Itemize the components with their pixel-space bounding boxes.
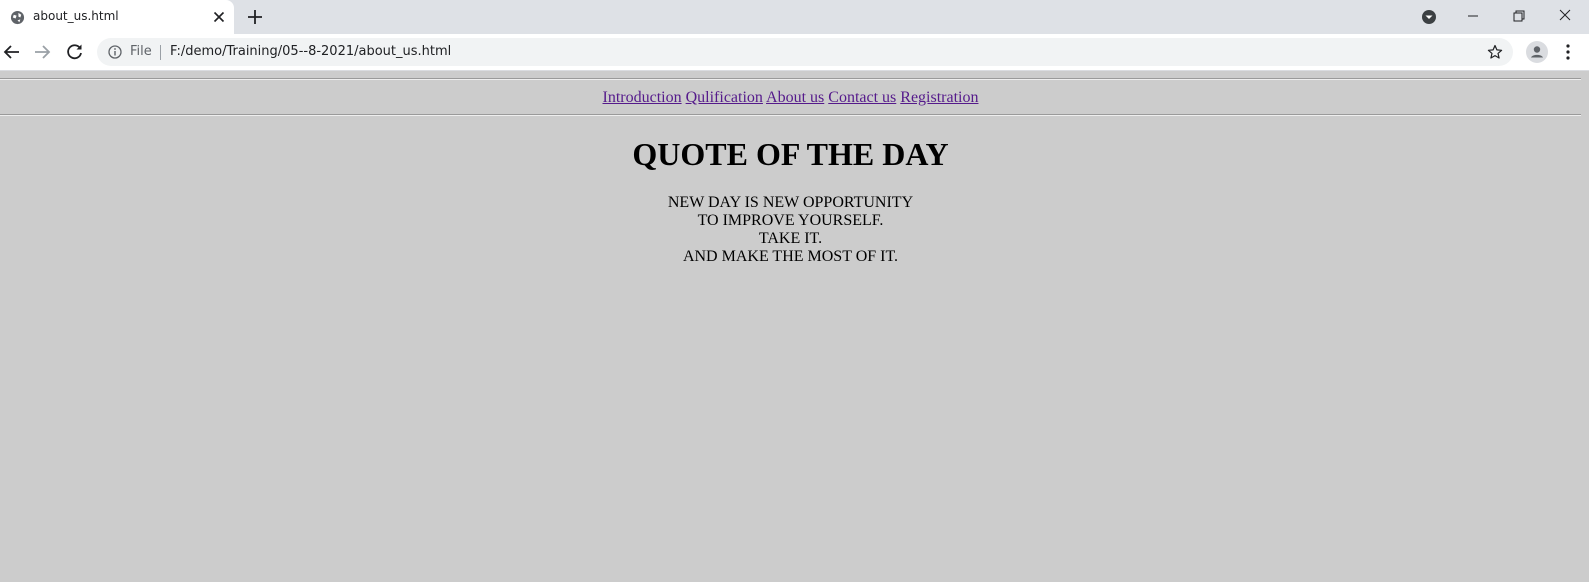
restore-icon[interactable] bbox=[1509, 6, 1529, 26]
url-text[interactable]: F:/demo/Training/05--8-2021/about_us.htm… bbox=[170, 44, 451, 59]
site-security-label: File bbox=[130, 44, 152, 59]
plus-icon[interactable] bbox=[246, 8, 264, 26]
browser-toolbar: File F:/demo/Training/05--8-2021/about_u… bbox=[0, 34, 1589, 71]
quote-line: TAKE IT. bbox=[758, 230, 823, 247]
nav-links: Introduction Qulification About us Conta… bbox=[0, 89, 1581, 107]
page-heading: QUOTE OF THE DAY bbox=[632, 136, 949, 172]
minimize-icon[interactable] bbox=[1463, 6, 1483, 26]
page-content: Introduction Qulification About us Conta… bbox=[0, 72, 1589, 582]
globe-icon bbox=[10, 10, 25, 25]
window-close-icon[interactable] bbox=[1555, 6, 1575, 26]
arrow-right-icon[interactable] bbox=[32, 42, 52, 62]
profile-icon[interactable] bbox=[1526, 41, 1548, 63]
nav-link-introduction[interactable]: Introduction bbox=[603, 89, 682, 106]
browser-tab-active[interactable]: about_us.html bbox=[0, 0, 234, 34]
tab-strip: about_us.html bbox=[0, 0, 1589, 34]
address-bar[interactable]: File F:/demo/Training/05--8-2021/about_u… bbox=[97, 38, 1513, 66]
horizontal-rule bbox=[0, 114, 1581, 116]
nav-link-registration[interactable]: Registration bbox=[900, 89, 978, 106]
reload-icon[interactable] bbox=[65, 42, 85, 62]
kebab-menu-icon[interactable] bbox=[1564, 43, 1572, 61]
chevron-down-icon[interactable] bbox=[1421, 9, 1437, 25]
quote-line: AND MAKE THE MOST OF IT. bbox=[682, 248, 899, 265]
close-icon[interactable] bbox=[211, 9, 227, 25]
arrow-left-icon[interactable] bbox=[2, 42, 22, 62]
quote-text: NEW DAY IS NEW OPPORTUNITY TO IMPROVE YO… bbox=[0, 194, 1581, 266]
info-icon[interactable] bbox=[108, 45, 122, 59]
horizontal-rule bbox=[0, 78, 1581, 80]
nav-link-qualification[interactable]: Qulification bbox=[686, 89, 763, 106]
nav-link-about-us[interactable]: About us bbox=[766, 89, 824, 106]
nav-link-contact-us[interactable]: Contact us bbox=[828, 89, 896, 106]
quote-line: TO IMPROVE YOURSELF. bbox=[697, 212, 884, 229]
star-icon[interactable] bbox=[1487, 44, 1503, 60]
quote-line: NEW DAY IS NEW OPPORTUNITY bbox=[667, 194, 914, 211]
omnibox-divider bbox=[160, 45, 161, 60]
tab-title: about_us.html bbox=[33, 9, 119, 23]
